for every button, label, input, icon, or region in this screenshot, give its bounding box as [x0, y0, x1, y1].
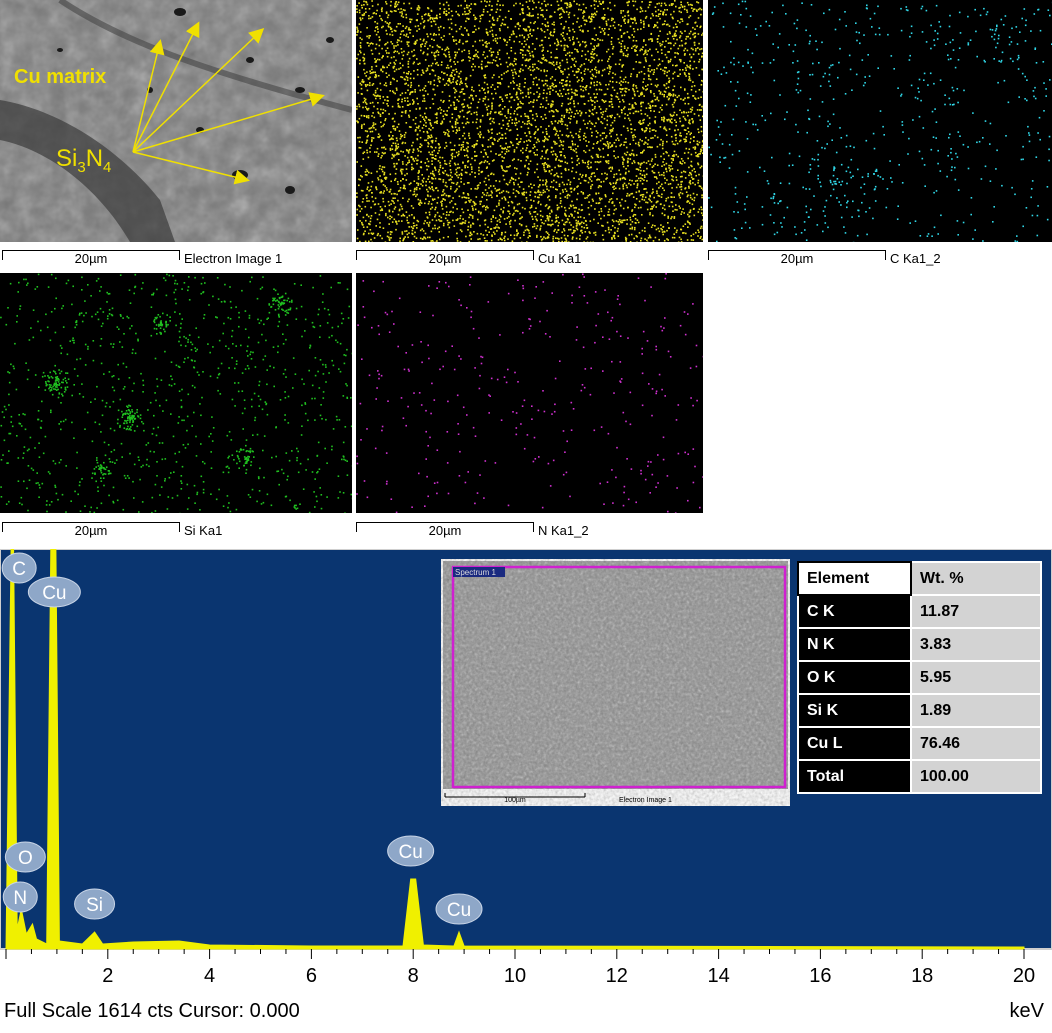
peak-label: C: [2, 553, 36, 583]
electron-scalebar: 20µm Electron Image 1: [2, 246, 342, 268]
wt-cell: 5.95: [911, 661, 1041, 694]
scale-length: 20µm: [356, 523, 534, 538]
n-scalebar: 20µm N Ka1_2: [356, 518, 696, 540]
si3n4-n: N: [86, 145, 103, 172]
x-tick-label: 20: [1013, 965, 1035, 987]
table-row: Total100.00: [798, 760, 1041, 793]
c-scalebar: 20µm C Ka1_2: [708, 246, 1048, 268]
x-axis-unit: keV: [1010, 1000, 1044, 1023]
n-dot-map: [356, 273, 703, 513]
x-tick-label: 18: [911, 965, 933, 987]
wt-cell: 1.89: [911, 694, 1041, 727]
wt-cell: 100.00: [911, 760, 1041, 793]
electron-image: [0, 0, 352, 242]
si-dot-map: [0, 273, 352, 513]
inset-scale: 100µm: [445, 797, 585, 804]
si-map-panel: [0, 273, 352, 513]
header-element: Element: [798, 562, 911, 595]
wt-cell: 76.46: [911, 727, 1041, 760]
inset-label: Electron Image 1: [619, 797, 672, 804]
wt-cell: 3.83: [911, 628, 1041, 661]
panel-label: N Ka1_2: [538, 523, 589, 538]
wt-cell: 11.87: [911, 595, 1041, 628]
cu-matrix-label: Cu matrix: [14, 66, 106, 89]
peak-label: Cu: [388, 836, 434, 866]
element-cell: O K: [798, 661, 911, 694]
panel-label: Electron Image 1: [184, 251, 282, 266]
si3n4-si: Si: [56, 145, 77, 172]
c-dot-map: [708, 0, 1052, 242]
x-tick-label: 16: [809, 965, 831, 987]
n-map-panel: [356, 273, 703, 513]
element-cell: Si K: [798, 694, 911, 727]
x-tick-label: 2: [102, 965, 113, 987]
scale-length: 20µm: [356, 251, 534, 266]
inset-electron-image: Spectrum 1 100µm Electron Image 1: [441, 559, 790, 806]
x-tick-label: 10: [504, 965, 526, 987]
panel-label: Si Ka1: [184, 523, 222, 538]
peak-label: Cu: [28, 577, 80, 607]
cu-map-panel: [356, 0, 703, 242]
x-tick-label: 8: [408, 965, 419, 987]
composition-table: Element Wt. % C K11.87 N K3.83 O K5.95 S…: [797, 561, 1042, 794]
table-row: O K5.95: [798, 661, 1041, 694]
si3n4-sub3: 3: [77, 159, 85, 176]
panel-label: Cu Ka1: [538, 251, 581, 266]
table-row: Cu L76.46: [798, 727, 1041, 760]
element-cell: Cu L: [798, 727, 911, 760]
x-tick-label: 6: [306, 965, 317, 987]
si3n4-label: Si3N4: [56, 145, 111, 176]
scale-length: 20µm: [2, 523, 180, 538]
inset-sem: [441, 559, 790, 806]
cu-dot-map: [356, 0, 703, 242]
si3n4-sub4: 4: [103, 159, 111, 176]
peak-label: Cu: [436, 894, 482, 924]
electron-image-panel: Cu matrix Si3N4: [0, 0, 352, 242]
cu-scalebar: 20µm Cu Ka1: [356, 246, 696, 268]
scale-length: 20µm: [708, 251, 886, 266]
table-header-row: Element Wt. %: [798, 562, 1041, 595]
spectrum-footer: Full Scale 1614 cts Cursor: 0.000: [4, 1000, 300, 1023]
header-wt: Wt. %: [911, 562, 1041, 595]
x-tick-label: 14: [707, 965, 729, 987]
panel-label: C Ka1_2: [890, 251, 941, 266]
peak-label: N: [3, 882, 37, 912]
scale-length: 20µm: [2, 251, 180, 266]
table-row: C K11.87: [798, 595, 1041, 628]
table-row: Si K1.89: [798, 694, 1041, 727]
table-row: N K3.83: [798, 628, 1041, 661]
peak-label: O: [5, 842, 45, 872]
c-map-panel: [708, 0, 1052, 242]
element-cell: C K: [798, 595, 911, 628]
peak-label: Si: [75, 889, 115, 919]
element-cell: Total: [798, 760, 911, 793]
si-scalebar: 20µm Si Ka1: [2, 518, 342, 540]
x-tick-label: 12: [606, 965, 628, 987]
x-tick-label: 4: [204, 965, 215, 987]
inset-tag: Spectrum 1: [455, 568, 496, 577]
element-cell: N K: [798, 628, 911, 661]
